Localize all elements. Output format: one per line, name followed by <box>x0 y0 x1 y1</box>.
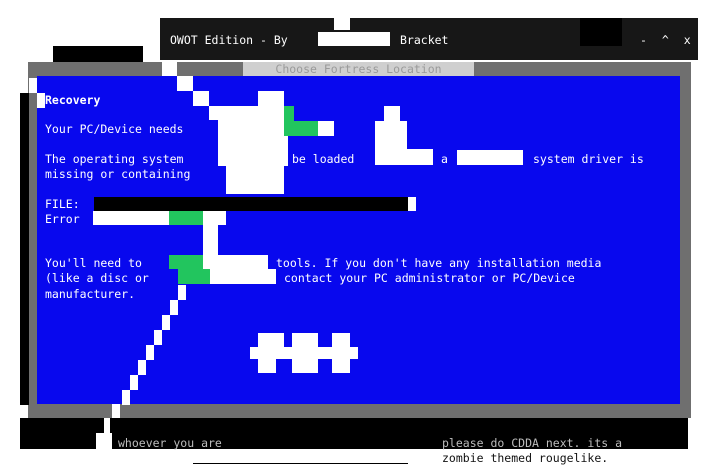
pixel <box>318 121 334 136</box>
pixel <box>457 150 523 165</box>
bone-shape <box>258 359 276 373</box>
pixel <box>375 121 407 149</box>
text-line: contact your PC administrator or PC/Devi… <box>284 271 575 285</box>
pixel <box>177 76 193 91</box>
pixel <box>384 106 400 121</box>
pixel <box>146 345 154 360</box>
error-code-redacted <box>93 211 169 225</box>
bottom-bar <box>110 418 688 433</box>
text-line: missing or containing <box>45 167 191 181</box>
subtitle: Choose Fortress Location <box>275 62 442 76</box>
pixel <box>96 433 104 449</box>
bottom-bar <box>20 433 96 449</box>
white-shape <box>218 136 288 166</box>
file-label: FILE: <box>45 197 80 211</box>
left-shadow <box>20 93 29 405</box>
text-line: a <box>441 152 448 166</box>
pixel <box>203 255 268 269</box>
pixel <box>122 390 130 405</box>
window-title: OWOT Edition - By <box>170 33 288 47</box>
text-line: Your PC/Device needs <box>45 122 184 136</box>
pixel <box>154 330 162 345</box>
window-title-suffix: Bracket <box>400 33 449 47</box>
green-block <box>178 269 210 284</box>
bottom-bar <box>20 418 104 433</box>
pixel <box>112 404 120 419</box>
text-cursor <box>408 197 416 211</box>
pixel <box>37 93 45 108</box>
text-line: You'll need to <box>45 256 142 270</box>
divider <box>193 463 408 464</box>
pixel <box>29 78 37 93</box>
text-line: tools. If you don't have any installatio… <box>276 256 602 270</box>
pixel <box>210 269 276 284</box>
text-line: be loaded <box>292 152 355 166</box>
control-box <box>580 18 622 46</box>
pixel <box>375 149 433 165</box>
text-line: manufacturer. <box>45 287 136 301</box>
title-redaction <box>318 32 390 46</box>
pixel <box>162 315 170 330</box>
recovery-heading: Recovery <box>45 93 101 107</box>
pixel <box>203 211 226 225</box>
white-shape <box>218 106 284 136</box>
footer-text-left: whoever you are <box>118 436 222 450</box>
frame-strip <box>53 62 163 76</box>
black-block <box>53 46 143 62</box>
pixel <box>170 300 178 315</box>
file-path-redacted <box>94 197 408 211</box>
bone-shape <box>292 333 318 373</box>
pixel <box>193 91 209 106</box>
pixel <box>138 360 146 375</box>
text-line: The operating system <box>45 152 184 166</box>
bone-shape <box>258 333 284 347</box>
green-block <box>169 211 203 225</box>
green-block <box>169 255 203 269</box>
title-notch <box>334 16 350 30</box>
white-shape <box>226 166 284 194</box>
footer-text-right-2: zombie themed rougelike. <box>442 451 609 465</box>
footer-text-right: please do CDDA next. its a <box>442 436 623 450</box>
text-line: (like a disc or <box>45 271 149 285</box>
window-controls[interactable]: - ^ x <box>640 33 695 47</box>
pixel <box>203 225 218 255</box>
green-block <box>294 121 318 136</box>
bone-shape <box>332 333 350 373</box>
green-block <box>284 106 294 136</box>
text-line: system driver is <box>533 152 644 166</box>
pixel <box>130 375 138 390</box>
pixel <box>178 285 186 300</box>
pixel <box>162 62 177 76</box>
error-label: Error <box>45 212 80 226</box>
